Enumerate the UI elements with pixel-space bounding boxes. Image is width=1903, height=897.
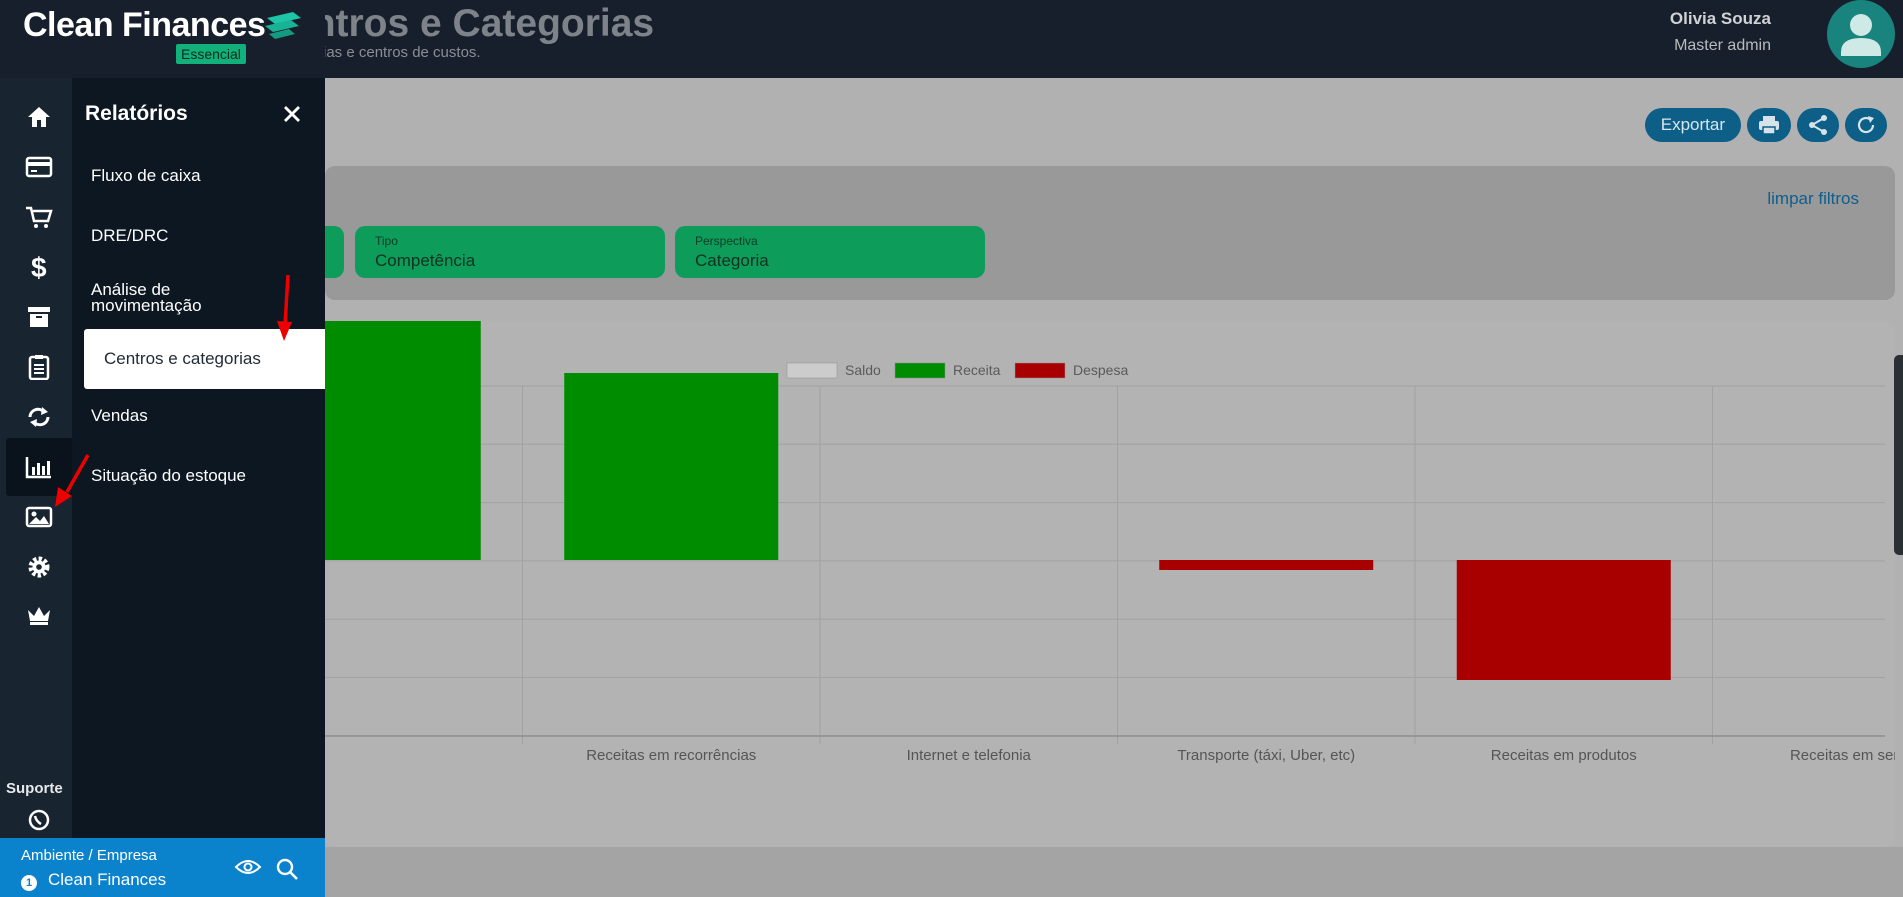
- cart-icon: [26, 206, 53, 228]
- rail-whatsapp[interactable]: [6, 808, 72, 838]
- transfer-icon: [28, 407, 50, 427]
- user-name[interactable]: Olivia Souza: [1670, 9, 1771, 29]
- env-name: Clean Finances: [48, 870, 167, 889]
- main-content: Exportar limpar filtros Tipo Competência…: [315, 78, 1903, 897]
- image-icon: [25, 506, 53, 528]
- avatar[interactable]: [1827, 0, 1895, 68]
- env-label: Ambiente / Empresa: [21, 847, 157, 864]
- legend-swatch-receita: [894, 362, 946, 379]
- bottom-strip: [325, 847, 1903, 897]
- chart-card: Saldo Receita Despesa Receitas em recorrênc…: [325, 321, 1895, 847]
- submenu-item-analise-movimentacao[interactable]: Análise de movimentação: [91, 281, 241, 314]
- x-tick-label: Receitas em serviços: [1790, 747, 1895, 764]
- page-title: entros e Categorias: [290, 2, 655, 45]
- annotation-arrow-submenu: [277, 274, 292, 341]
- refresh-button[interactable]: [1845, 108, 1887, 142]
- home-icon: [28, 107, 50, 127]
- legend-swatch-saldo: [786, 362, 838, 379]
- eye-icon[interactable]: [234, 858, 262, 876]
- legend-label-saldo: Saldo: [845, 362, 881, 378]
- bar-despesa: [1159, 560, 1374, 570]
- filter-perspectiva-value: Categoria: [695, 251, 769, 270]
- rail-premium[interactable]: [6, 586, 72, 644]
- brand[interactable]: Clean Finances Essencial: [0, 0, 325, 78]
- support-label[interactable]: Suporte: [6, 780, 63, 797]
- submenu-item-vendas[interactable]: Vendas: [91, 407, 148, 424]
- bar-receita: [564, 373, 779, 560]
- clear-filters-link[interactable]: limpar filtros: [1767, 189, 1859, 209]
- env-number-badge: 1: [21, 875, 37, 891]
- scrollbar[interactable]: [1894, 355, 1903, 555]
- page-subtitle: rias e centros de custos.: [318, 44, 481, 61]
- toolbar: Exportar: [1644, 108, 1887, 142]
- crown-icon: [28, 607, 50, 625]
- share-button[interactable]: [1797, 108, 1839, 142]
- submenu-item-dre-drc[interactable]: DRE/DRC: [91, 227, 168, 244]
- credit-card-icon: [25, 156, 53, 178]
- legend-swatch-despesa: [1014, 362, 1066, 379]
- export-button[interactable]: Exportar: [1644, 108, 1741, 142]
- logo-icon: [265, 12, 301, 39]
- submenu-title: Relatórios: [85, 102, 188, 125]
- user-role: Master admin: [1674, 37, 1771, 54]
- x-tick-label: Receitas em recorrências: [586, 747, 756, 764]
- close-icon[interactable]: [278, 100, 306, 128]
- filter-tipo-value: Competência: [375, 251, 476, 270]
- x-tick-label: Receitas em produtos: [1491, 747, 1637, 764]
- reports-submenu: Relatórios Fluxo de caixa DRE/DRC Anális…: [72, 78, 325, 838]
- environment-footer[interactable]: Ambiente / Empresa 1 Clean Finances: [0, 838, 325, 897]
- category-chart: Saldo Receita Despesa Receitas em recorrênc…: [325, 321, 1895, 764]
- filter-perspectiva-label: Perspectiva: [695, 234, 758, 248]
- filter-tipo[interactable]: Tipo Competência: [355, 226, 665, 278]
- filter-perspectiva[interactable]: Perspectiva Categoria: [675, 226, 985, 278]
- x-tick-label: Internet e telefonia: [907, 747, 1032, 764]
- legend-label-despesa: Despesa: [1073, 362, 1128, 378]
- user-icon: [1841, 14, 1881, 56]
- filter-tipo-label: Tipo: [375, 234, 398, 248]
- filter-panel: limpar filtros Tipo Competência Perspect…: [315, 166, 1895, 300]
- annotation-arrow-reports: [55, 454, 90, 507]
- plan-badge: Essencial: [176, 44, 246, 64]
- brand-name: Clean Finances: [23, 6, 266, 44]
- dollar-icon: $: [31, 253, 47, 281]
- x-tick-label: Transporte (táxi, Uber, etc): [1177, 747, 1355, 764]
- clipboard-icon: [28, 355, 50, 380]
- svg-text:$: $: [31, 253, 47, 281]
- legend-label-receita: Receita: [953, 362, 1001, 378]
- bar-despesa: [1456, 560, 1671, 680]
- submenu-item-situacao-estoque[interactable]: Situação do estoque: [91, 467, 246, 484]
- print-icon: [1759, 116, 1779, 135]
- archive-icon: [28, 307, 50, 327]
- submenu-item-fluxo-de-caixa[interactable]: Fluxo de caixa: [91, 167, 201, 184]
- gear-icon: [28, 556, 50, 578]
- bar-receita: [325, 321, 481, 560]
- whatsapp-icon: [28, 809, 50, 831]
- print-button[interactable]: [1747, 108, 1791, 142]
- refresh-icon: [1857, 116, 1875, 134]
- share-icon: [1809, 115, 1827, 135]
- bar-chart-icon: [25, 457, 51, 479]
- search-icon[interactable]: [275, 857, 299, 881]
